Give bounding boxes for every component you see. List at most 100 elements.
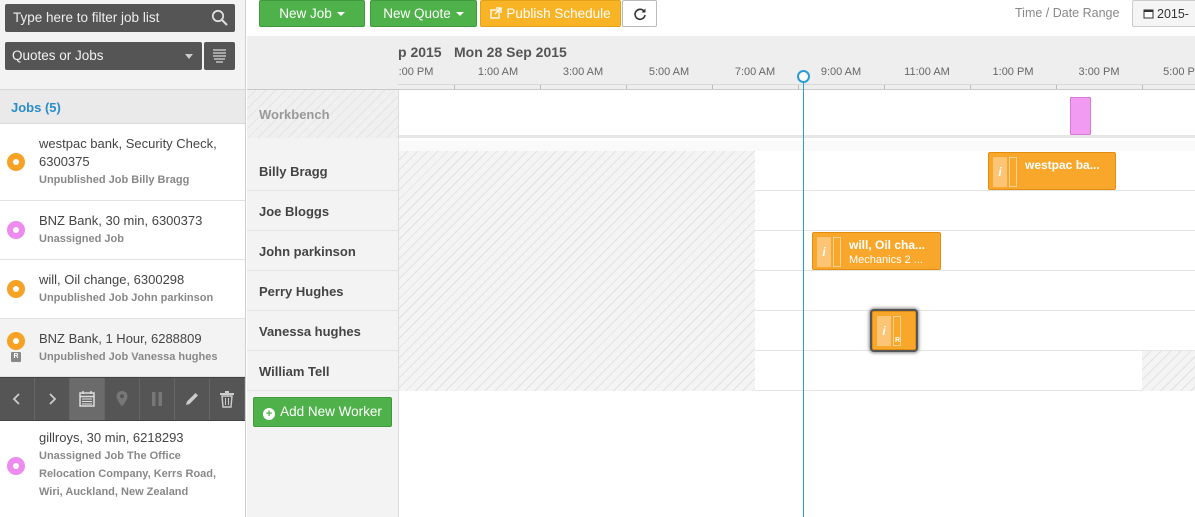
job-subtitle: Unpublished Job Billy Bragg: [39, 174, 190, 186]
status-dot-icon: [7, 280, 25, 298]
job-block-title: will, Oil cha...: [849, 238, 926, 252]
add-new-worker-button[interactable]: + Add New Worker: [253, 397, 392, 427]
schedule-button[interactable]: [70, 378, 105, 420]
time-date-range-label: Time / Date Range: [1015, 6, 1120, 20]
worker-name[interactable]: Vanessa hughes: [247, 311, 398, 351]
date-label-current: Mon 28 Sep 2015: [454, 44, 567, 60]
date-range-button[interactable]: 2015-: [1132, 0, 1195, 27]
worker-names-column: Workbench Billy Bragg Joe Bloggs John pa…: [247, 90, 399, 517]
hour-tick: [712, 85, 713, 89]
list-item[interactable]: BNZ Bank, 30 min, 6300373 Unassigned Job: [0, 201, 245, 260]
job-title: will, Oil change, 6300298: [39, 272, 185, 287]
status-dot-icon: [7, 153, 25, 171]
worker-name[interactable]: Perry Hughes: [247, 271, 398, 311]
list-item[interactable]: gillroys, 30 min, 6218293 Unassigned Job…: [0, 421, 245, 517]
job-title: gillroys, 30 min, 6218293: [39, 430, 184, 445]
job-block-subtitle: Mechanics 2 ...: [849, 254, 923, 266]
status-dot-icon: [7, 457, 25, 475]
hour-tick: [970, 85, 971, 89]
job-block-bnz-selected[interactable]: i R: [872, 311, 916, 350]
trash-icon: [220, 391, 234, 408]
pencil-icon: [186, 393, 198, 405]
drag-handle-icon[interactable]: [833, 237, 841, 267]
date-range-value: 2015-: [1157, 7, 1189, 21]
timeline-axis: [398, 84, 1195, 89]
unavailable-time-region: [1142, 351, 1195, 391]
date-label-previous: p 2015: [398, 44, 442, 60]
list-item-selected[interactable]: R BNZ Bank, 1 Hour, 6288809 Unpublished …: [0, 319, 245, 377]
info-icon[interactable]: i: [993, 157, 1007, 187]
map-button[interactable]: [105, 378, 140, 420]
hour-tick: [540, 85, 541, 89]
chevron-down-icon: [185, 54, 193, 59]
job-subtitle: Unassigned Job: [39, 233, 124, 245]
pause-button[interactable]: [140, 378, 175, 420]
worker-name[interactable]: Billy Bragg: [247, 151, 398, 191]
publish-icon: [490, 7, 502, 19]
sort-lines-icon: [213, 49, 226, 63]
map-pin-icon: [116, 391, 128, 407]
job-block-will[interactable]: i will, Oil cha... Mechanics 2 ...: [812, 232, 941, 270]
time-label: 7:00 AM: [734, 66, 776, 78]
sort-button[interactable]: [204, 42, 235, 70]
workbench-job-block[interactable]: [1070, 97, 1091, 135]
time-label: 5:00 AM: [648, 66, 690, 78]
timeline-header: p 2015 Mon 28 Sep 2015 :00 PM 1:00 AM 3:…: [247, 36, 1195, 90]
time-label: 1:00 AM: [477, 66, 519, 78]
status-dot-icon: [7, 332, 25, 350]
recurring-badge: R: [11, 352, 21, 362]
calendar-icon: [79, 391, 95, 407]
edit-button[interactable]: [175, 378, 210, 420]
quotes-or-jobs-select[interactable]: Quotes or Jobs: [5, 42, 202, 70]
next-button[interactable]: [35, 378, 70, 420]
publish-schedule-button[interactable]: Publish Schedule: [480, 0, 621, 27]
status-dot-icon: [7, 221, 25, 239]
select-value: Quotes or Jobs: [12, 48, 104, 63]
list-item[interactable]: will, Oil change, 6300298 Unpublished Jo…: [0, 260, 245, 319]
workbench-label: Workbench: [247, 90, 398, 138]
worker-name[interactable]: John parkinson: [247, 231, 398, 271]
delete-button[interactable]: [210, 378, 245, 420]
job-filter-input[interactable]: Type here to filter job list: [5, 4, 235, 32]
publish-label: Publish Schedule: [506, 6, 611, 21]
new-job-label: New Job: [279, 6, 332, 21]
hour-tick: [798, 85, 799, 89]
job-subtitle: Unassigned Job The Office Relocation Com…: [39, 450, 217, 498]
time-label: 11:00 AM: [904, 66, 950, 78]
job-subtitle: Unpublished Job John parkinson: [39, 292, 214, 304]
hour-tick: [626, 85, 627, 89]
time-label: 9:00 AM: [820, 66, 862, 78]
chevron-right-icon: [49, 393, 57, 405]
calendar-icon: [1143, 9, 1154, 19]
list-item[interactable]: westpac bank, Security Check, 6300375 Un…: [0, 124, 245, 201]
current-time-line: [803, 74, 804, 517]
hour-tick: [884, 85, 885, 89]
job-title: westpac bank, Security Check, 6300375: [39, 136, 217, 169]
job-block-westpac[interactable]: i westpac ba...: [988, 152, 1116, 190]
search-icon[interactable]: [211, 9, 229, 27]
time-label: 3:00 PM: [1078, 66, 1120, 78]
refresh-icon: [633, 8, 646, 21]
job-actions-toolbar: [0, 377, 245, 421]
plus-circle-icon: +: [263, 408, 276, 420]
refresh-button[interactable]: [622, 0, 657, 27]
new-quote-label: New Quote: [383, 6, 451, 21]
new-quote-button[interactable]: New Quote: [370, 0, 477, 27]
info-icon[interactable]: i: [877, 316, 891, 346]
jobs-count-label: Jobs (5): [11, 100, 61, 115]
filter-placeholder: Type here to filter job list: [13, 10, 160, 25]
schedule-grid: i westpac ba... i will, Oil cha... Mecha…: [399, 70, 1195, 517]
drag-handle-icon[interactable]: [1009, 157, 1017, 187]
job-list-panel: Type here to filter job list Quotes or J…: [0, 0, 246, 517]
worker-name[interactable]: Joe Bloggs: [247, 191, 398, 231]
info-icon[interactable]: i: [817, 237, 831, 267]
recurring-badge: R: [895, 337, 901, 344]
workbench-row[interactable]: [399, 90, 1195, 138]
caret-down-icon: [455, 12, 464, 17]
new-job-button[interactable]: New Job: [259, 0, 365, 27]
worker-name[interactable]: William Tell: [247, 351, 398, 391]
previous-button[interactable]: [0, 378, 35, 420]
clock-icon: [797, 70, 810, 83]
jobs-header[interactable]: Jobs (5): [0, 89, 245, 124]
unavailable-time-region: [399, 151, 755, 391]
